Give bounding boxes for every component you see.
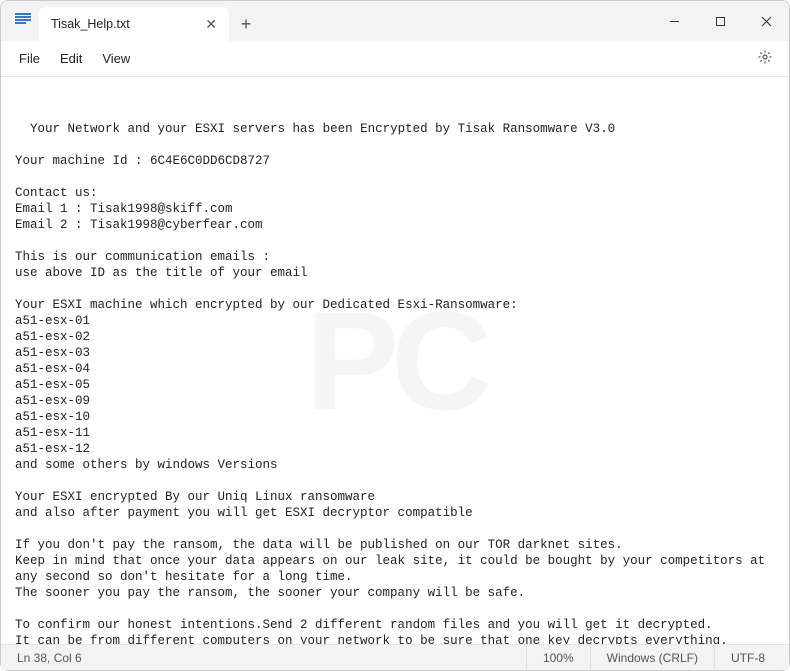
- statusbar: Ln 38, Col 6 100% Windows (CRLF) UTF-8: [1, 644, 789, 670]
- menu-view[interactable]: View: [92, 45, 140, 72]
- menu-edit[interactable]: Edit: [50, 45, 92, 72]
- gear-icon: [757, 49, 773, 65]
- minimize-button[interactable]: [651, 1, 697, 41]
- menu-file[interactable]: File: [9, 45, 50, 72]
- close-tab-icon[interactable]: ✕: [201, 14, 221, 35]
- document-text: Your Network and your ESXI servers has b…: [15, 122, 773, 644]
- text-editor-area[interactable]: PC Your Network and your ESXI servers ha…: [1, 77, 789, 644]
- tab-active[interactable]: Tisak_Help.txt ✕: [39, 7, 229, 41]
- status-cursor-position: Ln 38, Col 6: [9, 651, 90, 665]
- settings-button[interactable]: [749, 43, 781, 74]
- titlebar: Tisak_Help.txt ✕ +: [1, 1, 789, 41]
- status-zoom[interactable]: 100%: [526, 645, 590, 670]
- maximize-button[interactable]: [697, 1, 743, 41]
- notepad-icon: [15, 13, 31, 29]
- status-line-ending[interactable]: Windows (CRLF): [590, 645, 714, 670]
- status-encoding[interactable]: UTF-8: [714, 645, 781, 670]
- close-window-button[interactable]: [743, 1, 789, 41]
- new-tab-button[interactable]: +: [229, 7, 263, 41]
- tab-title: Tisak_Help.txt: [51, 17, 193, 31]
- menubar: File Edit View: [1, 41, 789, 77]
- watermark: PC: [306, 353, 484, 369]
